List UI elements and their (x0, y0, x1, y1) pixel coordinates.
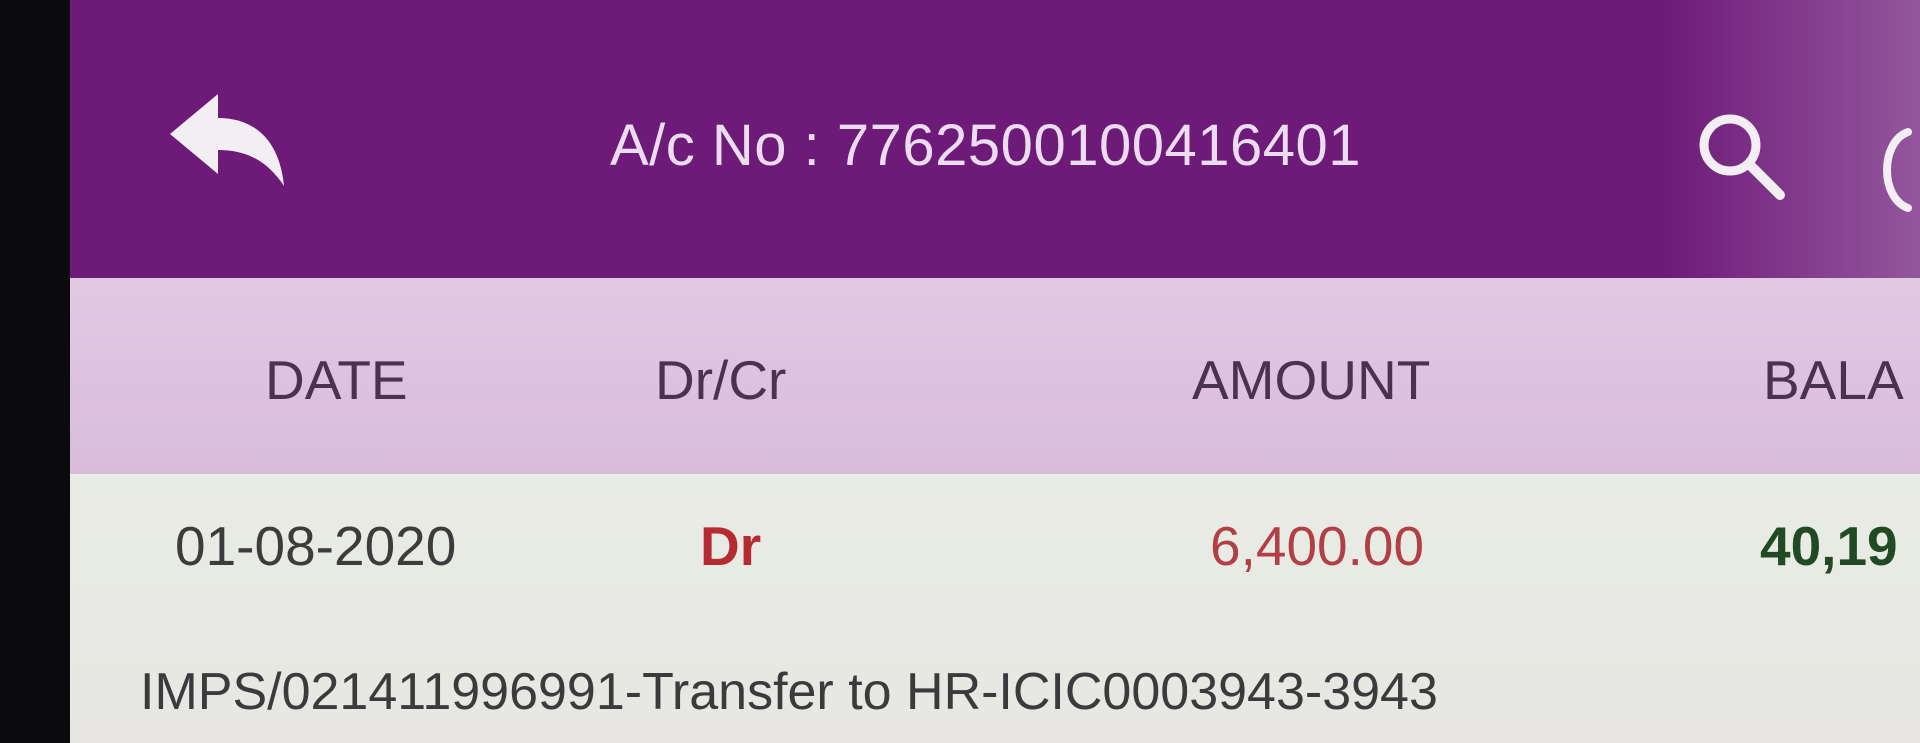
column-header-drcr: Dr/Cr (655, 349, 787, 411)
back-arrow-icon (170, 94, 284, 186)
column-header-amount: AMOUNT (1192, 349, 1431, 411)
column-header-balance: BALA (1763, 349, 1904, 411)
table-row[interactable]: 01-08-2020 Dr 6,400.00 40,19 IMPS/021411… (70, 474, 1920, 743)
table-header: DATE Dr/Cr AMOUNT BALA (70, 278, 1920, 474)
search-button[interactable] (1690, 105, 1790, 205)
account-number-title: A/c No : 7762500100416401 (610, 113, 1362, 178)
transaction-amount: 6,400.00 (1210, 515, 1425, 577)
transaction-balance: 40,19 (1760, 515, 1898, 577)
app-toolbar: A/c No : 7762500100416401 (70, 0, 1920, 278)
transaction-date: 01-08-2020 (175, 515, 457, 577)
app-screen: A/c No : 7762500100416401 DATE Dr/Cr AMO… (70, 0, 1920, 743)
column-header-date: DATE (265, 349, 408, 411)
search-icon (1699, 114, 1785, 200)
back-button[interactable] (160, 86, 290, 196)
transaction-type: Dr (700, 515, 762, 577)
overflow-button[interactable] (1858, 120, 1920, 220)
device-bezel (0, 0, 70, 743)
transaction-description: IMPS/021411996991-Transfer to HR-ICIC000… (140, 663, 1438, 721)
overflow-icon (1883, 128, 1912, 212)
